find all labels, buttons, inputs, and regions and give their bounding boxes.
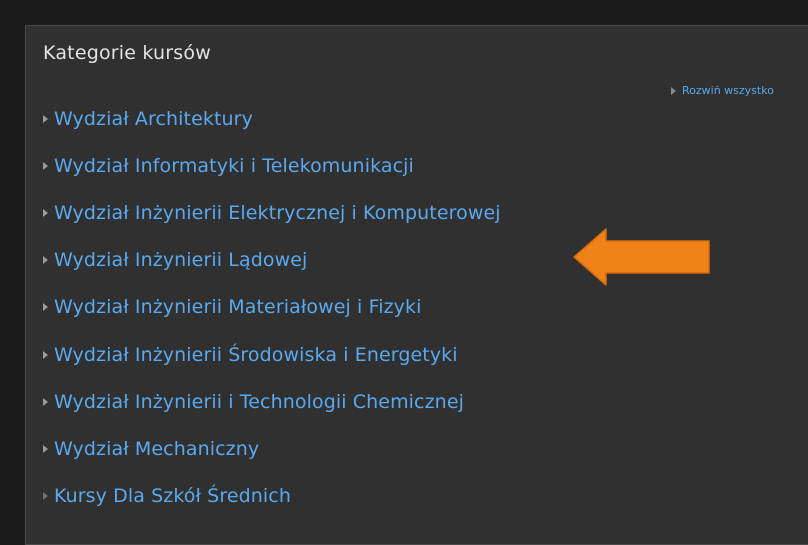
expand-caret-icon[interactable] (43, 351, 48, 359)
category-link[interactable]: Wydział Architektury (54, 108, 253, 130)
category-link[interactable]: Wydział Inżynierii Materiałowej i Fizyki (54, 296, 422, 318)
category-item[interactable]: Wydział Inżynierii Środowiska i Energety… (43, 342, 458, 368)
expand-caret-icon[interactable] (43, 398, 48, 406)
category-item[interactable]: Wydział Architektury (43, 106, 253, 132)
expand-caret-icon[interactable] (43, 256, 48, 264)
expand-all-label: Rozwiń wszystko (682, 84, 774, 97)
category-item[interactable]: Wydział Informatyki i Telekomunikacji (43, 153, 414, 179)
category-link[interactable]: Wydział Mechaniczny (54, 438, 259, 460)
left-arrow-icon (573, 228, 710, 286)
expand-caret-icon[interactable] (43, 162, 48, 170)
expand-triangle-icon (671, 86, 676, 95)
panel-title: Kategorie kursów (43, 42, 211, 64)
caret-icon (43, 492, 48, 500)
category-link[interactable]: Wydział Inżynierii Środowiska i Energety… (54, 344, 458, 366)
category-link[interactable]: Wydział Inżynierii Elektrycznej i Komput… (54, 202, 501, 224)
expand-caret-icon[interactable] (43, 445, 48, 453)
expand-all-link[interactable]: Rozwiń wszystko (671, 84, 774, 97)
category-item[interactable]: Wydział Inżynierii Materiałowej i Fizyki (43, 294, 422, 320)
category-item[interactable]: Wydział Mechaniczny (43, 436, 259, 462)
category-link[interactable]: Kursy Dla Szkół Średnich (54, 485, 291, 507)
expand-caret-icon[interactable] (43, 115, 48, 123)
category-item[interactable]: Kursy Dla Szkół Średnich (43, 483, 291, 509)
expand-caret-icon[interactable] (43, 209, 48, 217)
category-link[interactable]: Wydział Inżynierii Lądowej (54, 249, 307, 271)
category-item[interactable]: Wydział Inżynierii Elektrycznej i Komput… (43, 200, 501, 226)
expand-caret-icon[interactable] (43, 303, 48, 311)
category-link[interactable]: Wydział Informatyki i Telekomunikacji (54, 155, 414, 177)
category-item[interactable]: Wydział Inżynierii i Technologii Chemicz… (43, 389, 464, 415)
category-item[interactable]: Wydział Inżynierii Lądowej (43, 247, 307, 273)
category-link[interactable]: Wydział Inżynierii i Technologii Chemicz… (54, 391, 464, 413)
